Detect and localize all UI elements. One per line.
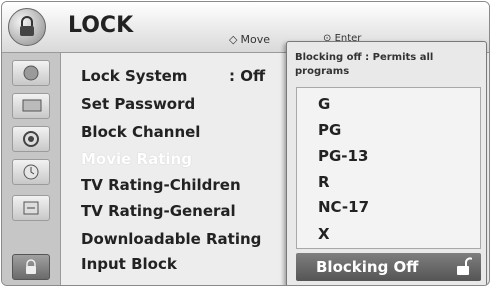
lock-menu-window: LOCK ◇ Move ⊙ Enter Lock System : Off Set… bbox=[1, 1, 490, 286]
lock-system-value: : Off bbox=[229, 67, 266, 85]
picture-icon[interactable] bbox=[12, 60, 50, 86]
move-hint: ◇ Move bbox=[229, 33, 270, 46]
rating-option-pg[interactable]: PG bbox=[318, 121, 341, 139]
rating-options-list: G PG PG-13 R NC-17 X bbox=[296, 87, 481, 249]
rating-option-r[interactable]: R bbox=[318, 173, 330, 191]
page-title: LOCK bbox=[68, 13, 134, 38]
popup-description: Blocking off : Permits all programs bbox=[295, 52, 434, 77]
rating-option-x[interactable]: X bbox=[318, 225, 330, 243]
rating-option-g[interactable]: G bbox=[318, 95, 330, 113]
menu-item-set-password[interactable]: Set Password bbox=[81, 95, 195, 113]
menu-item-movie-rating[interactable]: Movie Rating bbox=[81, 150, 192, 168]
move-hint-label: Move bbox=[240, 33, 270, 46]
menu-item-tv-rating-children[interactable]: TV Rating-Children bbox=[81, 176, 241, 194]
clock-icon[interactable] bbox=[12, 159, 50, 185]
movie-rating-popup: Blocking off : Permits all programs G PG… bbox=[286, 41, 487, 285]
menu-item-input-block[interactable]: Input Block bbox=[81, 255, 177, 273]
menu-item-block-channel[interactable]: Block Channel bbox=[81, 123, 200, 141]
audio-icon[interactable] bbox=[12, 126, 50, 152]
lock-icon bbox=[8, 8, 46, 46]
menu-item-downloadable-rating[interactable]: Downloadable Rating bbox=[81, 230, 261, 248]
selected-rating-bar[interactable]: Blocking Off bbox=[296, 253, 481, 281]
menu-item-lock-system[interactable]: Lock System bbox=[81, 67, 187, 85]
rating-option-nc17[interactable]: NC-17 bbox=[318, 198, 369, 216]
directional-pad-icon: ◇ bbox=[229, 33, 238, 46]
lock-icon[interactable] bbox=[12, 254, 50, 280]
selected-rating-label: Blocking Off bbox=[316, 258, 419, 276]
unlocked-padlock-icon bbox=[457, 257, 472, 275]
menu-item-tv-rating-general[interactable]: TV Rating-General bbox=[81, 202, 236, 220]
rating-option-pg13[interactable]: PG-13 bbox=[318, 147, 368, 165]
screen-icon[interactable] bbox=[12, 93, 50, 119]
category-sidebar bbox=[2, 53, 61, 285]
option-icon[interactable] bbox=[12, 195, 50, 221]
